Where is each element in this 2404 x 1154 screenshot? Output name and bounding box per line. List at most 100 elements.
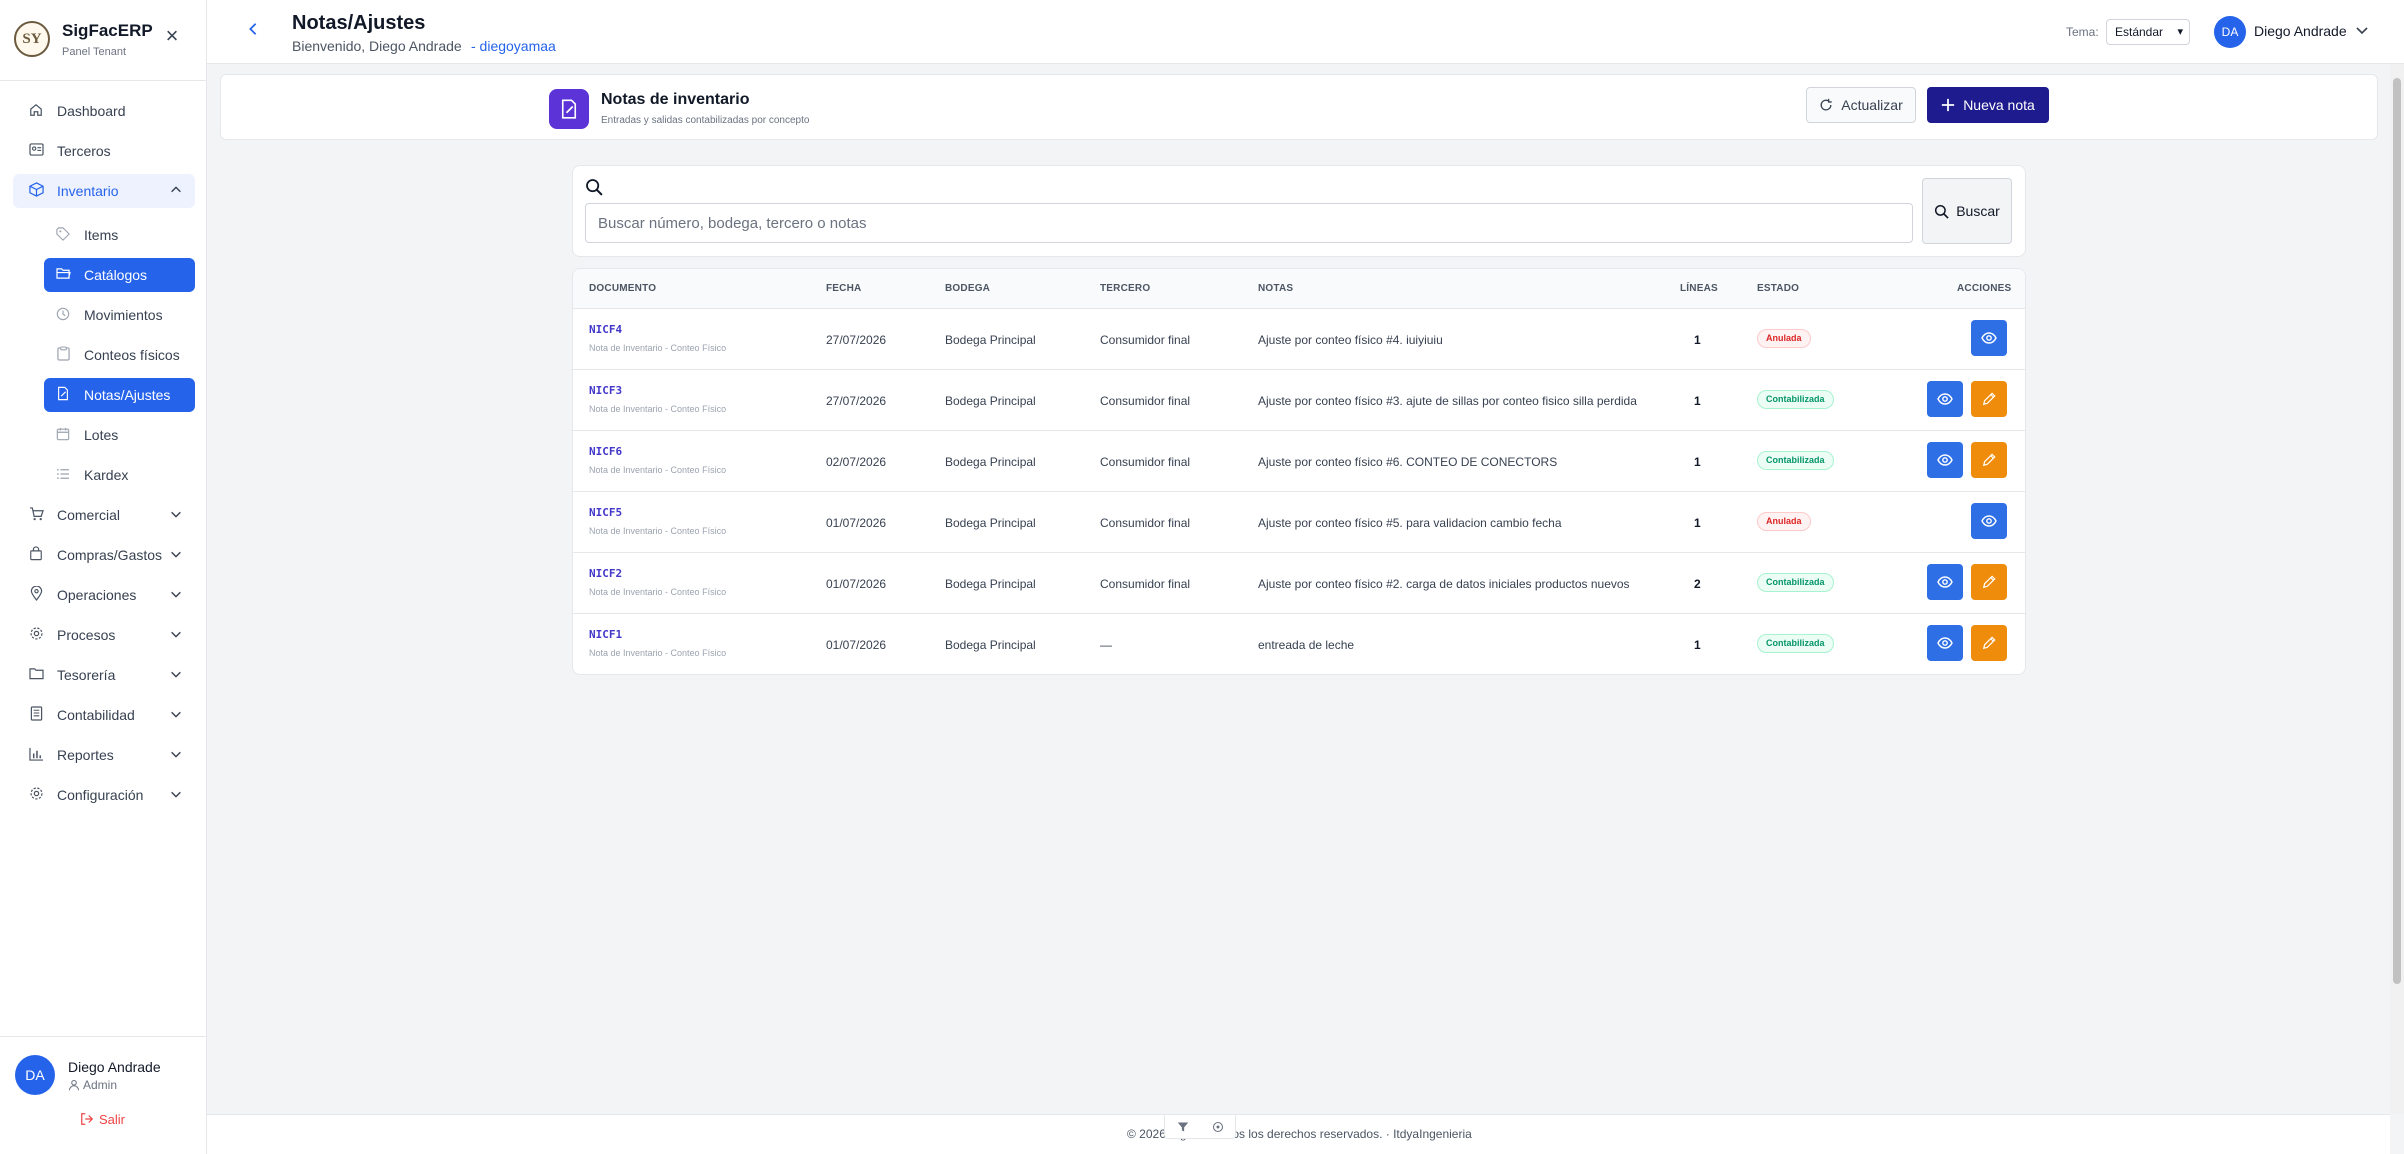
sidebar-item-label: Configuración bbox=[57, 787, 144, 803]
sidebar-subitem-lotes[interactable]: Lotes bbox=[44, 418, 195, 452]
search-button[interactable]: Buscar bbox=[1922, 178, 2012, 244]
close-sidebar-icon[interactable]: × bbox=[160, 24, 184, 48]
chevron-down-icon bbox=[171, 751, 181, 758]
page-scrollbar[interactable] bbox=[2390, 64, 2404, 1114]
plus-icon bbox=[1942, 98, 1955, 112]
header-avatar[interactable]: DA bbox=[2214, 16, 2246, 48]
logout-button[interactable]: Salir bbox=[80, 1112, 125, 1127]
cart-icon bbox=[25, 506, 47, 524]
table-row: NICF6 Nota de Inventario - Conteo Físico… bbox=[573, 431, 2025, 492]
date-cell: 01/07/2026 bbox=[826, 577, 887, 591]
sidebar-subitem-notas-ajustes[interactable]: Notas/Ajustes bbox=[44, 378, 195, 412]
sidebar-item-label: Dashboard bbox=[57, 103, 126, 119]
pin-icon bbox=[25, 585, 47, 604]
sidebar-subitem-conteos[interactable]: Conteos físicos bbox=[44, 338, 195, 372]
notes-table: Documento Fecha Bodega Tercero Notas Lín… bbox=[572, 268, 2026, 675]
sidebar-item-operaciones[interactable]: Operaciones bbox=[13, 578, 195, 612]
date-cell: 01/07/2026 bbox=[826, 516, 887, 530]
view-button[interactable] bbox=[1927, 442, 1963, 478]
new-note-button[interactable]: Nueva nota bbox=[1927, 87, 2049, 123]
third-party-cell: Consumidor final bbox=[1100, 577, 1191, 591]
view-button[interactable] bbox=[1971, 320, 2007, 356]
settings-icon bbox=[25, 786, 47, 804]
view-button[interactable] bbox=[1971, 503, 2007, 539]
document-type: Nota de Inventario - Conteo Físico bbox=[589, 343, 727, 353]
folder-open-icon bbox=[54, 267, 72, 283]
lines-cell: 1 bbox=[1694, 333, 1701, 347]
eye-icon bbox=[1937, 637, 1953, 649]
chevron-down-icon bbox=[171, 591, 181, 598]
header-user-name[interactable]: Diego Andrade bbox=[2254, 23, 2347, 39]
sidebar-item-inventario[interactable]: Inventario bbox=[13, 174, 195, 208]
document-type: Nota de Inventario - Conteo Físico bbox=[589, 404, 727, 414]
refresh-button[interactable]: Actualizar bbox=[1806, 87, 1916, 123]
sidebar-item-tesoreria[interactable]: Tesorería bbox=[13, 658, 195, 692]
status-badge: Contabilizada bbox=[1757, 451, 1834, 470]
sidebar-item-comercial[interactable]: Comercial bbox=[13, 498, 195, 532]
lines-cell: 1 bbox=[1694, 516, 1701, 530]
sidebar-item-compras-gastos[interactable]: Compras/Gastos bbox=[13, 538, 195, 572]
view-button[interactable] bbox=[1927, 625, 1963, 661]
sidebar-subitem-label: Lotes bbox=[84, 427, 119, 443]
chevron-down-icon: ▾ bbox=[2177, 26, 2183, 38]
table-row: NICF1 Nota de Inventario - Conteo Físico… bbox=[573, 614, 2025, 674]
back-button[interactable] bbox=[247, 20, 259, 41]
home-icon bbox=[25, 103, 47, 120]
note-edit-icon bbox=[549, 89, 589, 129]
sidebar-item-terceros[interactable]: Terceros bbox=[13, 134, 195, 168]
document-number-link[interactable]: NICF3 bbox=[589, 384, 622, 397]
filter-icon[interactable] bbox=[1177, 1121, 1189, 1133]
sidebar-subitem-items[interactable]: Items bbox=[44, 218, 195, 252]
pencil-icon bbox=[1982, 392, 1996, 406]
sidebar-subitem-label: Catálogos bbox=[84, 267, 148, 283]
edit-button[interactable] bbox=[1971, 381, 2007, 417]
chevron-down-icon bbox=[171, 711, 181, 718]
edit-button[interactable] bbox=[1971, 442, 2007, 478]
welcome-text: Bienvenido, Diego Andrade bbox=[292, 38, 462, 54]
chevron-down-icon bbox=[171, 631, 181, 638]
eye-icon bbox=[1937, 393, 1953, 405]
document-number-link[interactable]: NICF1 bbox=[589, 628, 622, 641]
edit-button[interactable] bbox=[1971, 625, 2007, 661]
logout-icon bbox=[81, 1113, 94, 1125]
target-icon[interactable] bbox=[1212, 1121, 1224, 1133]
notes-cell: Ajuste por conteo físico #5. para valida… bbox=[1258, 516, 1562, 530]
edit-button[interactable] bbox=[1971, 564, 2007, 600]
tenant-link[interactable]: - diegoyamaa bbox=[471, 38, 556, 54]
document-number-link[interactable]: NICF4 bbox=[589, 323, 622, 336]
sidebar-subitem-label: Notas/Ajustes bbox=[84, 387, 171, 403]
sidebar-item-configuracion[interactable]: Configuración bbox=[13, 778, 195, 812]
column-header: Bodega bbox=[945, 283, 991, 294]
sidebar-user-panel: DA Diego Andrade Admin Salir bbox=[0, 1036, 206, 1154]
sidebar-subitem-catalogos[interactable]: Catálogos bbox=[44, 258, 195, 292]
warehouse-cell: Bodega Principal bbox=[945, 516, 1036, 530]
date-cell: 01/07/2026 bbox=[826, 638, 887, 652]
sidebar-subitem-movimientos[interactable]: Movimientos bbox=[44, 298, 195, 332]
chevron-down-icon[interactable] bbox=[2354, 22, 2370, 38]
sidebar-item-procesos[interactable]: Procesos bbox=[13, 618, 195, 652]
view-button[interactable] bbox=[1927, 564, 1963, 600]
document-number-link[interactable]: NICF6 bbox=[589, 445, 622, 458]
column-header: Fecha bbox=[826, 283, 862, 294]
theme-select-value: Estándar bbox=[2115, 25, 2164, 39]
warehouse-cell: Bodega Principal bbox=[945, 455, 1036, 469]
box-icon bbox=[25, 182, 47, 200]
document-number-link[interactable]: NICF5 bbox=[589, 506, 622, 519]
user-name: Diego Andrade bbox=[68, 1059, 161, 1075]
warehouse-cell: Bodega Principal bbox=[945, 394, 1036, 408]
table-row: NICF4 Nota de Inventario - Conteo Físico… bbox=[573, 309, 2025, 370]
theme-select[interactable]: Estándar ▾ bbox=[2106, 19, 2190, 45]
status-badge: Anulada bbox=[1757, 329, 1811, 348]
pencil-icon bbox=[1982, 453, 1996, 467]
document-number-link[interactable]: NICF2 bbox=[589, 567, 622, 580]
sidebar-subitem-kardex[interactable]: Kardex bbox=[44, 458, 195, 492]
sidebar-item-reportes[interactable]: Reportes bbox=[13, 738, 195, 772]
sidebar-item-contabilidad[interactable]: Contabilidad bbox=[13, 698, 195, 732]
sidebar-item-label: Procesos bbox=[57, 627, 116, 643]
tag-icon bbox=[54, 226, 72, 244]
search-input[interactable] bbox=[585, 203, 1913, 243]
sidebar: SY SigFacERP Panel Tenant × Dashboard Te… bbox=[0, 0, 207, 1154]
scrollbar-thumb[interactable] bbox=[2393, 78, 2401, 984]
sidebar-item-dashboard[interactable]: Dashboard bbox=[13, 94, 195, 128]
view-button[interactable] bbox=[1927, 381, 1963, 417]
